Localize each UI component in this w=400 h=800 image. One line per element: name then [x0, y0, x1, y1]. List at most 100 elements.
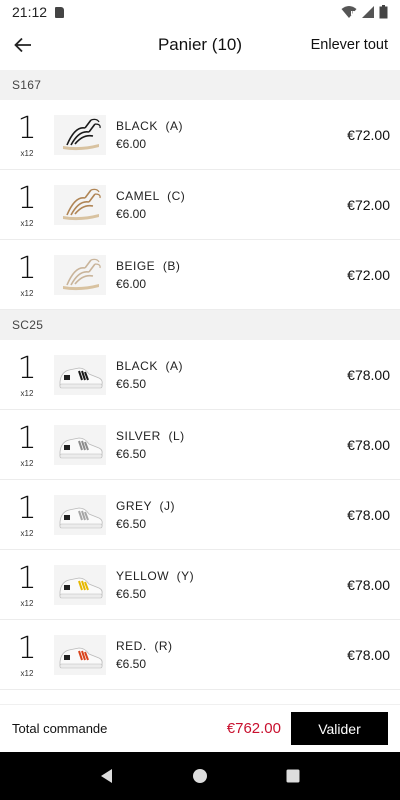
cart-item-row[interactable]: 1 x12 GREY (J) €6.50 €78.00	[0, 480, 400, 550]
unit-price: €6.00	[116, 136, 147, 151]
unit-price: €6.00	[116, 276, 147, 291]
product-thumbnail	[54, 184, 106, 225]
quantity-value: 1	[17, 631, 37, 666]
quantity-value: 1	[17, 351, 37, 386]
product-thumbnail	[54, 254, 106, 295]
sandal-image	[63, 118, 101, 150]
line-total: €72.00	[347, 196, 390, 213]
recents-square-icon	[286, 769, 300, 783]
line-total: €72.00	[347, 126, 390, 143]
nav-recents-button[interactable]	[273, 756, 313, 796]
section-header: SC25	[0, 310, 400, 340]
line-total: €78.00	[347, 576, 390, 593]
cart-item-row[interactable]: 1 x12 SILVER (L) €6.50 €78.00	[0, 410, 400, 480]
unit-price: €6.00	[116, 206, 147, 221]
quantity-value: 1	[17, 181, 37, 216]
product-info: RED. (R) €6.50	[116, 639, 173, 671]
section-header: S167	[0, 70, 400, 100]
product-thumbnail	[54, 424, 106, 465]
product-info: GREY (J) €6.50	[116, 499, 175, 531]
quantity[interactable]: 1 x12	[0, 561, 54, 609]
quantity[interactable]: 1 x12	[0, 181, 54, 229]
quantity[interactable]: 1 x12	[0, 111, 54, 159]
nav-home-button[interactable]	[180, 756, 220, 796]
pack-size: x12	[20, 289, 34, 298]
pack-size: x12	[20, 389, 34, 398]
unit-price: €6.50	[116, 586, 147, 601]
quantity-value: 1	[17, 491, 37, 526]
color-name: CAMEL (C)	[116, 188, 186, 203]
unit-price: €6.50	[116, 446, 147, 461]
pack-size: x12	[20, 669, 34, 678]
product-info: YELLOW (Y) €6.50	[116, 569, 194, 601]
product-thumbnail	[54, 114, 106, 155]
sandal-image	[63, 258, 101, 290]
cart-item-row[interactable]: 1 x12 BLACK (A) €6.50 €78.00	[0, 340, 400, 410]
quantity-value: 1	[17, 561, 37, 596]
color-name: BLACK (A)	[116, 358, 184, 373]
app-bar: Panier (10) Enlever tout	[0, 24, 400, 66]
validate-button[interactable]: Valider	[291, 712, 388, 745]
line-total: €78.00	[347, 646, 390, 663]
total-label: Total commande	[12, 721, 108, 736]
unit-price: €6.50	[116, 516, 147, 531]
cart-item-row[interactable]: 1 x12 RED. (R) €6.50 €78.00	[0, 620, 400, 690]
sneaker-image	[59, 367, 103, 388]
arrow-left-icon	[14, 37, 31, 53]
color-name: SILVER (L)	[116, 428, 185, 443]
quantity-value: 1	[17, 111, 37, 146]
color-name: GREY (J)	[116, 498, 175, 513]
product-info: SILVER (L) €6.50	[116, 429, 185, 461]
sneaker-image	[59, 647, 103, 668]
cart-item-row[interactable]: 1 x12 CAMEL (C) €6.00 €72.00	[0, 170, 400, 240]
sneaker-image	[59, 437, 103, 458]
sd-card-icon	[55, 6, 65, 18]
quantity[interactable]: 1 x12	[0, 421, 54, 469]
status-bar: 21:12	[0, 0, 400, 24]
line-total: €72.00	[347, 266, 390, 283]
product-info: BLACK (A) €6.00	[116, 119, 183, 151]
sandal-image	[63, 188, 101, 220]
wifi-off-icon	[341, 6, 357, 18]
status-icons	[341, 5, 388, 19]
battery-icon	[379, 5, 388, 19]
product-info: BEIGE (B) €6.00	[116, 259, 180, 291]
unit-price: €6.50	[116, 376, 147, 391]
cart-item-row[interactable]: 1 x12 BLACK (A) €6.00 €72.00	[0, 100, 400, 170]
cart-item-row[interactable]: 1 x12 BEIGE (B) €6.00 €72.00	[0, 240, 400, 310]
status-time: 21:12	[12, 4, 48, 20]
quantity[interactable]: 1 x12	[0, 631, 54, 679]
line-total: €78.00	[347, 506, 390, 523]
product-thumbnail	[54, 634, 106, 675]
product-thumbnail	[54, 354, 106, 395]
nav-back-button[interactable]	[87, 756, 127, 796]
pack-size: x12	[20, 459, 34, 468]
cart-item-row[interactable]: 1 x12 YELLOW (Y) €6.50 €78.00	[0, 550, 400, 620]
sneaker-image	[59, 577, 103, 598]
back-button[interactable]	[0, 24, 46, 66]
product-thumbnail	[54, 564, 106, 605]
line-total: €78.00	[347, 436, 390, 453]
product-info: CAMEL (C) €6.00	[116, 189, 185, 221]
pack-size: x12	[20, 529, 34, 538]
quantity-value: 1	[17, 251, 37, 286]
cart-list[interactable]: S167 1 x12 BLACK (A) €6.00 €72.00 1 x12 CAMEL (C…	[0, 70, 400, 694]
color-name: RED. (R)	[116, 638, 173, 653]
quantity[interactable]: 1 x12	[0, 351, 54, 399]
color-name: BLACK (A)	[116, 118, 184, 133]
unit-price: €6.50	[116, 656, 147, 671]
back-triangle-icon	[100, 769, 112, 783]
pack-size: x12	[20, 219, 34, 228]
order-footer: Total commande €762.00 Valider	[0, 704, 400, 752]
quantity[interactable]: 1 x12	[0, 251, 54, 299]
quantity[interactable]: 1 x12	[0, 491, 54, 539]
system-nav-bar	[0, 752, 400, 800]
pack-size: x12	[20, 599, 34, 608]
clear-all-button[interactable]: Enlever tout	[311, 37, 388, 53]
color-name: YELLOW (Y)	[116, 568, 195, 583]
product-thumbnail	[54, 494, 106, 535]
sneaker-image	[59, 507, 103, 528]
line-total: €78.00	[347, 366, 390, 383]
signal-icon	[362, 6, 374, 18]
color-name: BEIGE (B)	[116, 258, 181, 273]
